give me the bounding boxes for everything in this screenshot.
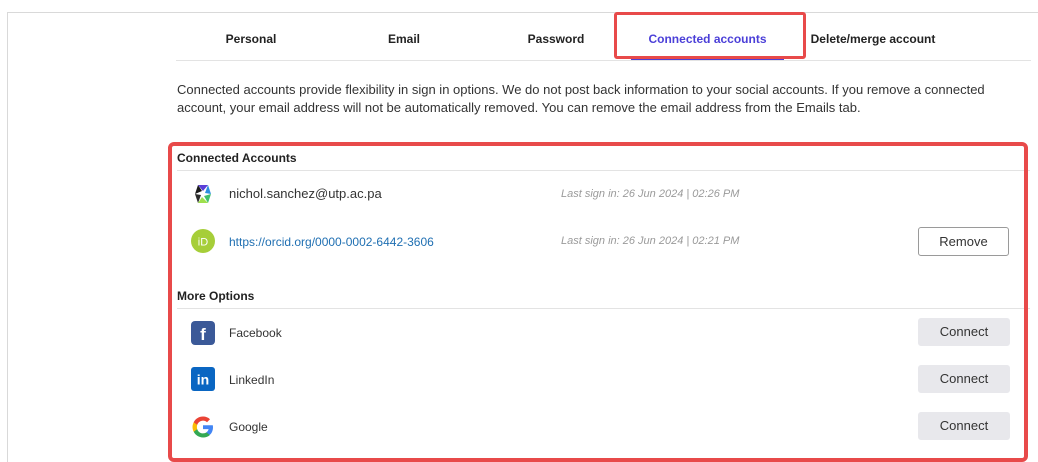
tab-personal[interactable]: Personal <box>201 24 301 60</box>
tab-password[interactable]: Password <box>506 24 606 60</box>
tab-delete-merge-account[interactable]: Delete/merge account <box>788 24 958 60</box>
description-text: Connected accounts provide flexibility i… <box>177 82 985 115</box>
connected-panel-highlight-box <box>168 142 1028 462</box>
settings-tabs: Personal Email Password Connected accoun… <box>176 24 1031 61</box>
tab-highlight-box <box>614 12 806 59</box>
tab-email[interactable]: Email <box>354 24 454 60</box>
